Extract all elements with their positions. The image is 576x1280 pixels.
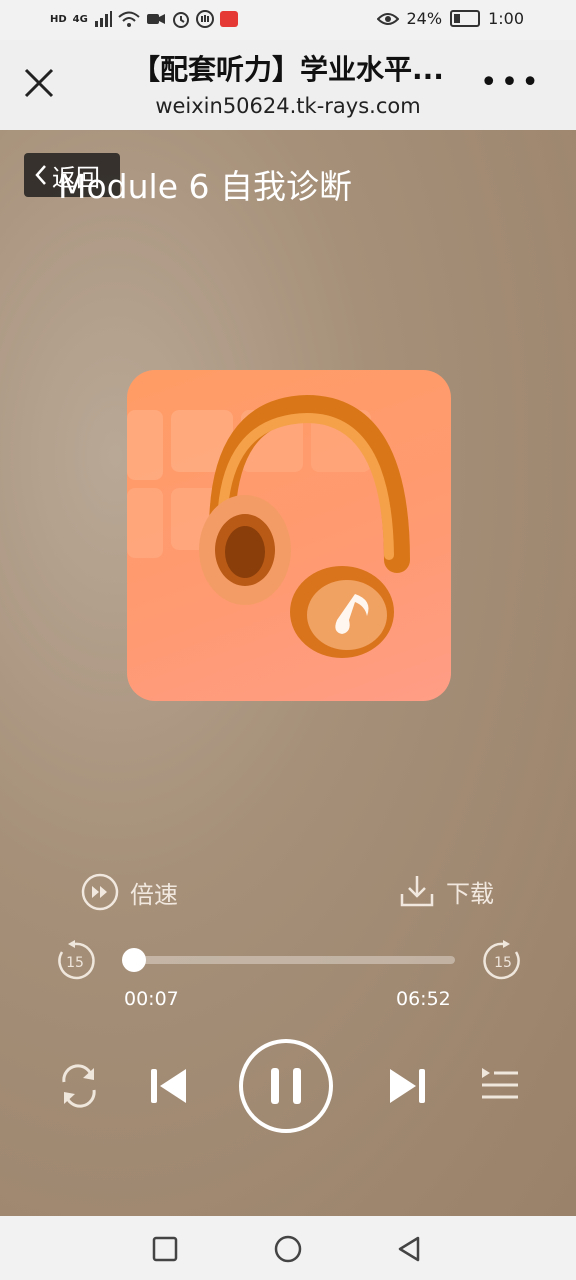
track-title: Module 6 自我诊断 [58,167,352,206]
next-button[interactable] [386,1066,428,1110]
speed-button[interactable]: 倍速 [80,872,178,912]
signal-icon [94,11,112,27]
rewind-15-button[interactable]: 15 [54,940,96,986]
close-icon[interactable] [22,66,56,100]
forward-seconds: 15 [494,955,512,971]
system-nav-bar [0,1216,576,1280]
eye-icon [376,12,399,25]
circle-nav-icon[interactable] [274,1235,302,1263]
loop-icon [62,1064,96,1108]
progress-bar[interactable] [128,956,455,964]
next-icon [390,1069,425,1103]
more-icon[interactable]: ••• [480,68,542,98]
speed-icon [81,873,119,911]
page-title: 【配套听力】学业水平... [132,53,444,86]
browser-header: 【配套听力】学业水平... weixin50624.tk-rays.com ••… [0,40,576,130]
battery-percent: 24% [406,9,443,28]
app-badge-icon [219,11,238,27]
chevron-left-icon [35,165,46,185]
hand-icon [195,10,214,28]
battery-icon [450,10,481,27]
square-nav-icon[interactable] [152,1236,178,1262]
total-time: 06:52 [396,988,451,1010]
pause-button[interactable] [238,1038,334,1138]
speed-label: 倍速 [130,880,178,909]
download-button[interactable]: 下载 [398,872,494,910]
album-cover [127,370,451,701]
headphones-icon [127,394,410,658]
previous-icon [151,1069,186,1103]
video-icon [146,14,165,24]
network-indicator: 4G [72,13,88,25]
player-stage: 返回 Module 6 自我诊断 倍速 下载 15 15 00:07 06:52 [0,130,576,1216]
loop-button[interactable] [56,1064,102,1112]
progress-knob[interactable] [121,948,146,972]
status-bar: HD 4G 24% 1:00 [0,0,576,40]
playlist-button[interactable] [480,1066,520,1108]
wifi-icon [118,11,140,27]
forward-15-icon: 15 [483,940,520,980]
pause-icon [239,1039,333,1133]
forward-15-button[interactable]: 15 [482,940,524,986]
rewind-seconds: 15 [66,955,84,971]
hd-indicator: HD [50,13,67,25]
page-url: weixin50624.tk-rays.com [155,94,421,118]
playlist-icon [482,1068,518,1099]
download-label: 下载 [446,879,494,908]
rewind-15-icon: 15 [58,940,95,980]
previous-button[interactable] [148,1066,190,1110]
triangle-nav-icon[interactable] [396,1235,422,1263]
current-time: 00:07 [124,988,179,1010]
alarm-icon [172,12,189,28]
download-icon [400,876,434,907]
clock: 1:00 [488,9,524,28]
